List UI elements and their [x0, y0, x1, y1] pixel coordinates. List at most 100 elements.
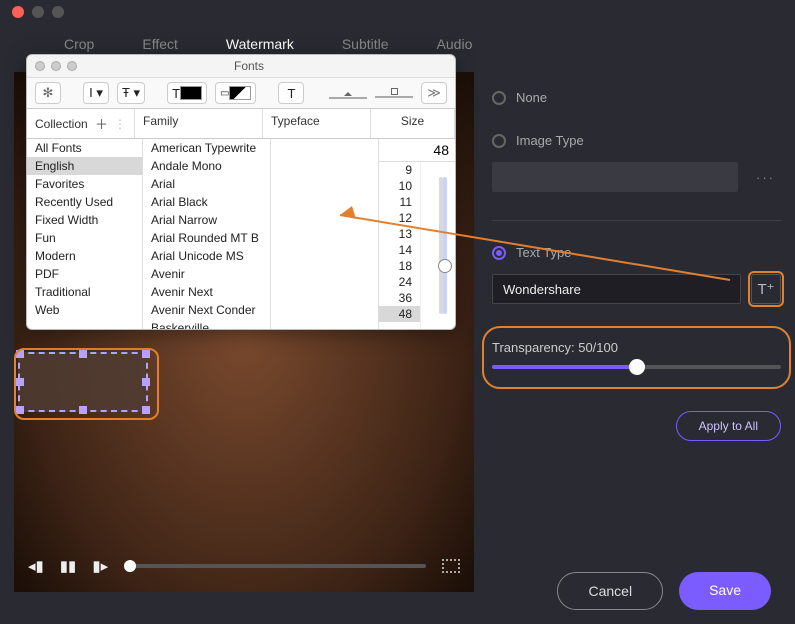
collection-item[interactable]: English [27, 157, 142, 175]
family-list[interactable]: American TypewriteAndale MonoArialArial … [143, 139, 271, 329]
resize-handle[interactable] [142, 378, 150, 386]
image-type-label: Image Type [516, 133, 584, 148]
radio-icon [492, 134, 506, 148]
text-color-button[interactable]: T [167, 82, 207, 104]
collection-list[interactable]: All FontsEnglishFavoritesRecently UsedFi… [27, 139, 143, 329]
kerning-slider-icon[interactable] [329, 88, 367, 99]
size-item[interactable]: 13 [379, 226, 420, 242]
zoom-window-dot[interactable] [52, 6, 64, 18]
minimize-window-dot[interactable] [32, 6, 44, 18]
family-item[interactable]: Avenir Next Conder [143, 301, 270, 319]
size-input[interactable] [379, 139, 455, 162]
family-item[interactable]: Arial Black [143, 193, 270, 211]
strikethrough-dropdown[interactable]: Ŧ ▾ [117, 82, 145, 104]
collection-item[interactable]: PDF [27, 265, 142, 283]
family-item[interactable]: American Typewrite [143, 139, 270, 157]
watermark-selection-box[interactable] [18, 352, 148, 412]
collection-header: Collection [35, 117, 88, 131]
slider-thumb[interactable] [629, 359, 645, 375]
typeface-header: Typeface [263, 109, 371, 138]
watermark-image-option[interactable]: Image Type [492, 133, 781, 148]
family-item[interactable]: Arial Narrow [143, 211, 270, 229]
resize-handle[interactable] [79, 406, 87, 414]
zoom-icon[interactable] [67, 61, 77, 71]
watermark-none-option[interactable]: None [492, 90, 781, 105]
family-item[interactable]: Avenir Next [143, 283, 270, 301]
collection-item[interactable]: Favorites [27, 175, 142, 193]
size-item[interactable]: 14 [379, 242, 420, 258]
size-item[interactable]: 36 [379, 290, 420, 306]
more-icon[interactable]: ≫ [421, 82, 447, 104]
fonts-panel-title: Fonts [77, 59, 455, 73]
size-item[interactable]: 24 [379, 274, 420, 290]
family-item[interactable]: Arial Rounded MT B [143, 229, 270, 247]
resize-handle[interactable] [16, 378, 24, 386]
doc-color-button[interactable]: ▭ [215, 82, 256, 104]
seek-thumb[interactable] [124, 560, 136, 572]
resize-handle[interactable] [142, 406, 150, 414]
resize-handle[interactable] [79, 350, 87, 358]
shadow-button[interactable]: T [278, 82, 304, 104]
playback-bar: ◂▮ ▮▮ ▮▸ [14, 546, 474, 586]
family-item[interactable]: Andale Mono [143, 157, 270, 175]
slider-thumb[interactable] [438, 259, 452, 273]
collection-item[interactable]: Modern [27, 247, 142, 265]
typeface-list[interactable] [271, 139, 379, 329]
radio-icon [492, 91, 506, 105]
family-item[interactable]: Avenir [143, 265, 270, 283]
minimize-icon[interactable] [51, 61, 61, 71]
resize-handle[interactable] [142, 350, 150, 358]
size-item[interactable]: 10 [379, 178, 420, 194]
size-item[interactable]: 9 [379, 162, 420, 178]
save-button[interactable]: Save [679, 572, 771, 610]
font-settings-button[interactable]: T⁺ [751, 274, 781, 304]
fonts-panel-titlebar[interactable]: Fonts [27, 55, 455, 77]
fonts-toolbar: I ▾ Ŧ ▾ T ▭ T ≫ [27, 77, 455, 109]
pause-icon[interactable]: ▮▮ [60, 557, 77, 575]
family-header: Family [135, 109, 263, 138]
collection-item[interactable]: Fun [27, 229, 142, 247]
window-titlebar [0, 0, 795, 24]
resize-handle[interactable] [16, 350, 24, 358]
fonts-panel[interactable]: Fonts I ▾ Ŧ ▾ T ▭ T ≫ Collection ＋ ⋮ Fam… [26, 54, 456, 330]
apply-to-all-button[interactable]: Apply to All [676, 411, 781, 441]
collection-item[interactable]: Web [27, 301, 142, 319]
family-item[interactable]: Arial [143, 175, 270, 193]
resize-handle[interactable] [16, 406, 24, 414]
watermark-settings-panel: None Image Type ··· Text Type T⁺ [492, 72, 781, 592]
collection-item[interactable]: Traditional [27, 283, 142, 301]
prev-frame-icon[interactable]: ◂▮ [28, 557, 44, 575]
size-item[interactable]: 48 [379, 306, 420, 322]
size-list[interactable]: 9101112131418243648 [379, 162, 421, 329]
next-frame-icon[interactable]: ▮▸ [92, 557, 108, 575]
tracking-slider-icon[interactable] [375, 88, 413, 98]
collection-item[interactable]: Recently Used [27, 193, 142, 211]
fullscreen-icon[interactable] [442, 559, 460, 573]
watermark-text-input[interactable] [492, 274, 741, 304]
browse-image-button[interactable]: ··· [750, 170, 781, 185]
add-collection-icon[interactable]: ＋ [95, 114, 108, 133]
image-path-field[interactable] [492, 162, 738, 192]
family-item[interactable]: Baskerville [143, 319, 270, 329]
gear-icon[interactable] [35, 82, 61, 104]
slider-fill [492, 365, 637, 369]
collection-item[interactable]: All Fonts [27, 139, 142, 157]
watermark-text-option[interactable]: Text Type [492, 245, 781, 260]
size-slider[interactable] [421, 162, 455, 329]
close-window-dot[interactable] [12, 6, 24, 18]
fonts-column-headers: Collection ＋ ⋮ Family Typeface Size [27, 109, 455, 139]
family-item[interactable]: Arial Unicode MS [143, 247, 270, 265]
close-icon[interactable] [35, 61, 45, 71]
transparency-slider[interactable] [492, 365, 781, 369]
none-label: None [516, 90, 547, 105]
cancel-button[interactable]: Cancel [557, 572, 663, 610]
annotation-highlight [482, 326, 791, 389]
size-item[interactable]: 11 [379, 194, 420, 210]
underline-dropdown[interactable]: I ▾ [83, 82, 109, 104]
size-item[interactable]: 18 [379, 258, 420, 274]
collection-item[interactable]: Fixed Width [27, 211, 142, 229]
size-item[interactable]: 12 [379, 210, 420, 226]
seek-slider[interactable] [124, 564, 426, 568]
column-drag-icon[interactable]: ⋮ [114, 117, 126, 131]
divider [492, 220, 781, 221]
